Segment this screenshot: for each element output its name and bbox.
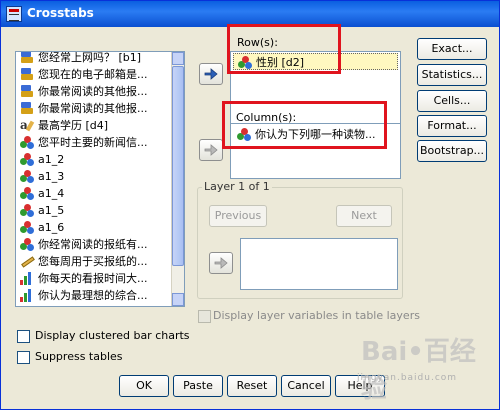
scroll-thumb[interactable]: [172, 66, 184, 266]
cells-button[interactable]: Cells...: [417, 90, 487, 112]
variable-label: 你经常阅读的报纸有...: [38, 238, 148, 251]
ordinal-variable-icon: [20, 289, 34, 302]
previous-layer-button[interactable]: Previous: [209, 205, 267, 227]
exact-button-label: Exact...: [431, 42, 473, 55]
suppress-tables-label: Suppress tables: [35, 350, 123, 363]
variable-label: a1_4: [38, 187, 65, 200]
scroll-up-arrow-icon[interactable]: [172, 52, 184, 65]
variable-label: a1_5: [38, 204, 65, 217]
variable-label: 您每周用于买报纸的...: [38, 255, 148, 268]
variable-label: a1_6: [38, 221, 65, 234]
bootstrap-button-label: Bootstrap...: [419, 144, 485, 157]
statistics-button-label: Statistics...: [421, 68, 483, 81]
cancel-button[interactable]: Cancel: [281, 375, 331, 397]
watermark-logo: Bai•百经验: [361, 337, 476, 404]
ok-button[interactable]: OK: [119, 375, 169, 397]
variable-list-item[interactable]: a1_6: [16, 219, 172, 236]
window-title: Crosstabs: [27, 6, 94, 20]
nominal-variable-icon: [20, 238, 34, 251]
variable-list-item[interactable]: 你经常阅读的报纸有...: [16, 236, 172, 253]
ordinal-variable-icon: [20, 272, 34, 285]
variable-list-item[interactable]: 你最常阅读的其他报...: [16, 100, 172, 117]
format-button-label: Format...: [427, 119, 477, 132]
variable-label: 最高学历 [d4]: [38, 119, 109, 132]
layer-list[interactable]: [240, 238, 398, 290]
scale-variable-icon: [20, 85, 34, 98]
variable-list-item[interactable]: 您每周用于买报纸的...: [16, 253, 172, 270]
columns-annotation-box: [222, 101, 387, 149]
variable-label: 您经常上网吗？ [b1]: [38, 51, 142, 64]
format-button[interactable]: Format...: [417, 115, 487, 137]
nominal-variable-icon: [20, 170, 34, 183]
variable-list-item[interactable]: 你每天的看报时间大...: [16, 270, 172, 287]
variable-list-item[interactable]: a1_2: [16, 151, 172, 168]
move-to-rows-button[interactable]: [199, 63, 223, 85]
layer-title: Layer 1 of 1: [202, 180, 272, 193]
watermark-url: jingyan.baidu.com: [357, 373, 458, 383]
statistics-button[interactable]: Statistics...: [417, 64, 487, 86]
crosstabs-dialog: Crosstabs 你认为最理想的综合... 你每天的看报时间大... 您每周用于买…: [0, 0, 500, 410]
clustered-bar-charts-checkbox[interactable]: [17, 330, 30, 343]
variable-list[interactable]: 你认为最理想的综合... 你每天的看报时间大... 您每周用于买报纸的... 你经常阅…: [15, 51, 185, 307]
arrow-right-icon: [204, 144, 218, 156]
display-layer-label: Display layer variables in table layers: [213, 309, 420, 322]
variable-label: 你每天的看报时间大...: [38, 272, 148, 285]
variable-list-scrollbar[interactable]: [171, 52, 184, 306]
move-to-columns-button[interactable]: [199, 139, 223, 161]
exact-button[interactable]: Exact...: [417, 38, 487, 60]
rows-annotation-box: [227, 24, 341, 74]
bootstrap-button[interactable]: Bootstrap...: [417, 140, 487, 162]
variable-label: 你最常阅读的其他报...: [38, 102, 148, 115]
paste-button[interactable]: Paste: [173, 375, 223, 397]
nominal-variable-icon: [20, 187, 34, 200]
clustered-bar-charts-label: Display clustered bar charts: [35, 329, 190, 342]
arrow-right-icon: [204, 68, 218, 80]
move-to-layer-button[interactable]: [209, 252, 233, 274]
scale-variable-icon: [20, 68, 34, 81]
suppress-tables-checkbox[interactable]: [17, 351, 30, 364]
cells-button-label: Cells...: [433, 94, 471, 107]
string-variable-icon: a: [20, 118, 35, 132]
variable-label: 你最常阅读的其他报...: [38, 85, 148, 98]
variable-label: 您现在的电子邮箱是...: [38, 68, 148, 81]
scale-variable-icon: [20, 52, 34, 64]
scale-variable-icon: [20, 102, 34, 115]
variable-list-item[interactable]: 您现在的电子邮箱是...: [16, 66, 172, 83]
variable-list-item[interactable]: a1_4: [16, 185, 172, 202]
variable-list-item[interactable]: 您平时主要的新闻信...: [16, 134, 172, 151]
variable-list-item[interactable]: a 最高学历 [d4]: [16, 117, 172, 134]
nominal-variable-icon: [20, 153, 34, 166]
variable-list-item[interactable]: 你认为最理想的综合...: [16, 287, 172, 304]
nominal-variable-icon: [20, 204, 34, 217]
reset-button[interactable]: Reset: [227, 375, 277, 397]
variable-label: 你认为最理想的综合...: [38, 289, 148, 302]
display-layer-checkbox[interactable]: [198, 310, 211, 323]
nominal-variable-icon: [20, 136, 34, 149]
next-layer-button[interactable]: Next: [336, 205, 392, 227]
variable-list-item[interactable]: a1_3: [16, 168, 172, 185]
variable-label: a1_2: [38, 153, 65, 166]
spss-app-icon: [6, 6, 22, 22]
nominal-variable-icon: [20, 221, 34, 234]
variable-label: 您平时主要的新闻信...: [38, 136, 148, 149]
scroll-down-arrow-icon[interactable]: [172, 293, 184, 306]
variable-list-item[interactable]: 您经常上网吗？ [b1]: [16, 51, 172, 66]
ruler-variable-icon: [20, 255, 35, 268]
variable-label: a1_3: [38, 170, 65, 183]
variable-list-item[interactable]: 你最常阅读的其他报...: [16, 83, 172, 100]
arrow-right-icon: [214, 257, 228, 269]
variable-list-item[interactable]: a1_5: [16, 202, 172, 219]
